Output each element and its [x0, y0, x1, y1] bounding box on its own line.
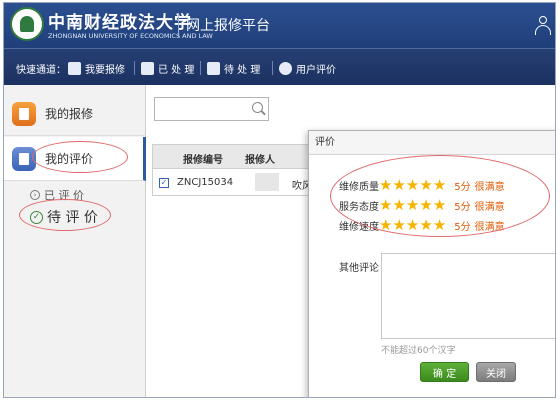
chevron-right-icon: ›: [30, 190, 40, 200]
star-icon[interactable]: ★: [419, 217, 432, 233]
star-icon[interactable]: ★: [433, 197, 446, 213]
star-icon[interactable]: ★: [392, 177, 405, 193]
review-dialog: 评价 维修质量 ★ ★ ★ ★ ★ 5分 很满意 服务态度 ★ ★ ★ ★ ★ 5分 很满意 维…: [308, 130, 555, 397]
confirm-button[interactable]: 确 定: [420, 362, 469, 382]
repair-icon: [68, 61, 81, 75]
star-icon[interactable]: ★: [406, 197, 419, 213]
search-icon[interactable]: [252, 102, 263, 113]
rating-score: 5分: [454, 201, 471, 213]
sidebar-item-my-reviews[interactable]: 我的评价: [4, 137, 146, 181]
star-icon[interactable]: ★: [406, 177, 419, 193]
comment-textarea[interactable]: [381, 253, 555, 339]
header-divider: [178, 13, 179, 37]
column-header-id: 报修编号: [183, 155, 223, 166]
pending-icon: [207, 61, 220, 75]
star-rating: ★ ★ ★ ★ ★: [379, 217, 446, 233]
comment-hint: 不能超过60个汉字: [381, 346, 456, 356]
rating-score: 5分: [454, 181, 471, 193]
quick-item-user-review[interactable]: 用户评价: [279, 58, 336, 78]
repair-list-icon: [12, 101, 36, 126]
sidebar-item-label: 我的报修: [45, 107, 94, 121]
rating-label: 服务态度: [339, 201, 379, 213]
top-header: 中南财经政法大学 ZHONGNAN UNIVERSITY OF ECONOMIC…: [4, 3, 555, 48]
quick-item-pending[interactable]: 待 处 理: [207, 58, 260, 78]
row-checkbox[interactable]: ✓: [159, 178, 169, 188]
repair-table: 报修编号 报修人 ✓ ZNCJ15034 吹风: [152, 144, 312, 196]
other-comments-label: 其他评论: [339, 263, 379, 274]
sidebar-subitem-label: 已 评 价: [44, 189, 84, 202]
app-frame: 中南财经政法大学 ZHONGNAN UNIVERSITY OF ECONOMIC…: [3, 2, 556, 398]
sidebar-subitem-reviewed[interactable]: › 已 评 价: [30, 187, 84, 203]
quick-item-label: 已 处 理: [158, 64, 195, 76]
quick-access-bar: 快速通道： 我要报修 已 处 理 待 处 理 用户评价: [4, 48, 555, 85]
star-icon[interactable]: ★: [379, 217, 392, 233]
rating-text: 很满意: [474, 201, 505, 213]
sidebar-item-my-repairs[interactable]: 我的报修: [4, 92, 146, 136]
close-button[interactable]: 关闭: [476, 362, 516, 382]
star-icon[interactable]: ★: [379, 177, 392, 193]
cell-reporter: [255, 173, 279, 191]
quick-item-processed[interactable]: 已 处 理: [141, 58, 194, 78]
quick-access-label: 快速通道：: [16, 65, 66, 76]
quick-item-label: 待 处 理: [224, 64, 261, 76]
rating-row-quality: 维修质量 ★ ★ ★ ★ ★ 5分 很满意: [339, 177, 505, 193]
rating-text: 很满意: [474, 221, 505, 233]
sidebar-subitem-label: 待 评 价: [47, 210, 98, 226]
quick-divider: [134, 61, 135, 75]
processed-icon: [141, 61, 154, 75]
star-icon[interactable]: ★: [419, 197, 432, 213]
review-icon: [12, 146, 36, 171]
dialog-title: 评价: [309, 131, 555, 155]
column-header-reporter: 报修人: [245, 155, 275, 166]
speech-bubble-icon: [279, 61, 292, 75]
quick-item-repair[interactable]: 我要报修: [68, 58, 125, 78]
rating-row-speed: 维修速度 ★ ★ ★ ★ ★ 5分 很满意: [339, 217, 505, 233]
sidebar-subitem-pending-review[interactable]: ✓ 待 评 价: [30, 207, 98, 227]
university-name: 中南财经政法大学: [48, 13, 192, 33]
quick-item-label: 我要报修: [85, 64, 125, 76]
cell-repair-id: ZNCJ15034: [177, 177, 234, 188]
sidebar-item-label: 我的评价: [45, 152, 94, 166]
quick-divider: [272, 61, 273, 75]
check-circle-icon: ✓: [30, 210, 43, 224]
rating-label: 维修质量: [339, 181, 379, 193]
quick-item-label: 用户评价: [296, 64, 336, 76]
star-icon[interactable]: ★: [433, 177, 446, 193]
quick-divider: [200, 61, 201, 75]
star-icon[interactable]: ★: [419, 177, 432, 193]
rating-text: 很满意: [474, 181, 505, 193]
rating-label: 维修速度: [339, 221, 379, 233]
system-title: 网上报修平台: [186, 18, 270, 34]
star-rating: ★ ★ ★ ★ ★: [379, 177, 446, 193]
star-icon[interactable]: ★: [392, 197, 405, 213]
star-icon[interactable]: ★: [379, 197, 392, 213]
star-rating: ★ ★ ★ ★ ★: [379, 197, 446, 213]
university-logo-icon: [10, 7, 44, 41]
user-profile-icon[interactable]: [535, 16, 551, 38]
search-input[interactable]: [154, 97, 269, 121]
rating-row-attitude: 服务态度 ★ ★ ★ ★ ★ 5分 很满意: [339, 197, 505, 213]
sidebar: 我的报修 我的评价 › 已 评 价 ✓ 待 评 价: [4, 85, 146, 397]
rating-score: 5分: [454, 221, 471, 233]
star-icon[interactable]: ★: [392, 217, 405, 233]
table-header: 报修编号 报修人: [153, 145, 311, 169]
star-icon[interactable]: ★: [433, 217, 446, 233]
star-icon[interactable]: ★: [406, 217, 419, 233]
